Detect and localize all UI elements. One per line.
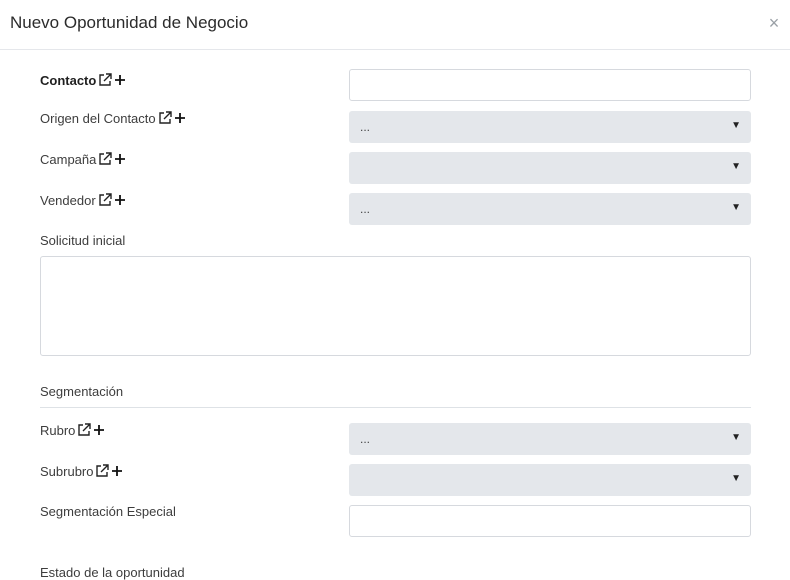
subrubro-select[interactable]: ▼ [349, 464, 751, 496]
close-button[interactable]: × [765, 13, 783, 33]
caret-down-icon: ▼ [731, 161, 741, 172]
external-link-icon[interactable] [97, 72, 113, 88]
campana-label-group: Campaña [40, 151, 126, 167]
caret-down-icon: ▼ [731, 432, 741, 443]
modal-header: Nuevo Oportunidad de Negocio × [0, 0, 790, 50]
plus-icon[interactable] [174, 112, 186, 124]
campana-select[interactable]: ▼ [349, 152, 751, 184]
plus-icon[interactable] [114, 74, 126, 86]
plus-icon[interactable] [111, 465, 123, 477]
external-link-icon[interactable] [94, 463, 110, 479]
caret-down-icon: ▼ [731, 120, 741, 131]
plus-icon[interactable] [114, 153, 126, 165]
origen-select[interactable]: ... ▼ [349, 111, 751, 143]
origen-label-group: Origen del Contacto [40, 110, 186, 126]
section-divider [40, 407, 751, 408]
caret-down-icon: ▼ [731, 473, 741, 484]
external-link-icon[interactable] [157, 110, 173, 126]
subrubro-label: Subrubro [40, 463, 94, 479]
rubro-select[interactable]: ... ▼ [349, 423, 751, 455]
rubro-label-group: Rubro [40, 422, 105, 438]
origen-select-value: ... [360, 120, 371, 134]
vendedor-label-group: Vendedor [40, 192, 126, 208]
segmentacion-especial-label: Segmentación Especial [40, 504, 176, 519]
caret-down-icon: ▼ [731, 202, 741, 213]
solicitud-textarea[interactable] [40, 256, 751, 356]
subrubro-label-group: Subrubro [40, 463, 123, 479]
contacto-input[interactable] [349, 69, 751, 101]
section-title-segmentacion: Segmentación [40, 384, 124, 399]
section-title-estado: Estado de la oportunidad [40, 565, 185, 580]
rubro-select-value: ... [360, 432, 371, 446]
contacto-label-group: Contacto [40, 72, 126, 88]
vendedor-select[interactable]: ... ▼ [349, 193, 751, 225]
contacto-label: Contacto [40, 72, 97, 88]
segmentacion-especial-input[interactable] [349, 505, 751, 537]
plus-icon[interactable] [114, 194, 126, 206]
external-link-icon[interactable] [97, 192, 113, 208]
modal-title: Nuevo Oportunidad de Negocio [10, 13, 249, 32]
plus-icon[interactable] [93, 424, 105, 436]
vendedor-select-value: ... [360, 202, 371, 216]
external-link-icon[interactable] [97, 151, 113, 167]
solicitud-label: Solicitud inicial [40, 233, 126, 248]
vendedor-label: Vendedor [40, 192, 96, 208]
origen-label: Origen del Contacto [40, 110, 156, 126]
campana-label: Campaña [40, 151, 97, 167]
external-link-icon[interactable] [76, 422, 92, 438]
rubro-label: Rubro [40, 422, 76, 438]
